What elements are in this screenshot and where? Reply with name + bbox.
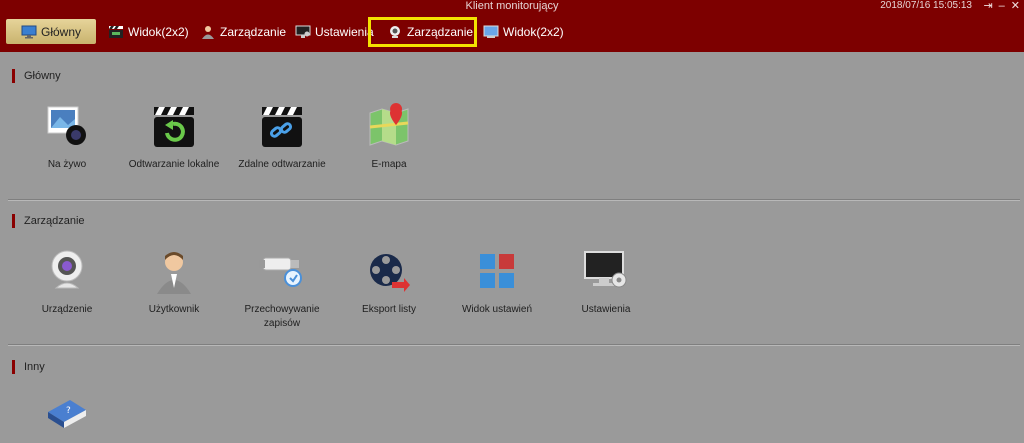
section-divider (8, 344, 1020, 346)
tab-ustawienia[interactable]: Ustawienia (295, 20, 374, 44)
section-title-zarzadzanie: Zarządzanie (12, 214, 85, 228)
tab-widok[interactable]: Widok(2x2) (108, 20, 189, 44)
help-book-icon: ? (48, 400, 86, 428)
tab-zarzadzanie-highlighted[interactable]: Zarządzanie (368, 17, 477, 47)
item-e-mapa[interactable]: E-mapa (339, 103, 439, 172)
item-label: E-mapa (371, 159, 407, 170)
grid-view-icon (480, 254, 514, 288)
tab-label: Zarządzanie (220, 25, 287, 39)
section-title-glowny: Główny (12, 69, 61, 83)
item-label: Odtwarzanie lokalne (128, 159, 220, 170)
item-help[interactable]: ? (17, 394, 117, 443)
tab-label: Zarządzanie (407, 25, 474, 39)
storage-camera-icon (259, 257, 302, 287)
item-eksport-listy[interactable]: Eksport listy (339, 248, 439, 317)
item-uzytkownik[interactable]: Użytkownik (124, 248, 224, 317)
item-label: Eksport listy (362, 304, 416, 315)
item-label: Na żywo (47, 159, 87, 170)
settings-screen-icon (584, 251, 627, 288)
local-playback-icon (154, 107, 194, 147)
main-tabs: Główny Widok(2x2) Zarządzanie Ustawienia… (0, 17, 1024, 47)
export-reel-icon (370, 254, 410, 292)
clapper-icon (109, 26, 123, 38)
section-divider (8, 199, 1020, 201)
user-icon (202, 26, 214, 39)
clock: 2018/07/16 15:05:13 (880, 0, 972, 11)
minimize-icon[interactable]: – (999, 0, 1005, 12)
tab-label: Ustawienia (315, 25, 374, 39)
remote-playback-icon (262, 107, 302, 147)
app-title: Klient monitorujący (465, 0, 559, 12)
user-avatar-icon (157, 252, 191, 294)
item-ustawienia[interactable]: Ustawienia (556, 248, 656, 317)
settings-monitor-icon (295, 25, 311, 38)
window-controls: ⇥ – ✕ (983, 0, 1020, 12)
device-webcam-icon (51, 250, 83, 289)
item-label: Urządzenie (41, 304, 93, 315)
item-label: Zdalne odtwarzanie (238, 159, 326, 170)
monitor-icon (21, 25, 37, 38)
item-label: Przechowywanie zapisów (244, 304, 320, 329)
item-label: Widok ustawień (461, 304, 533, 315)
tab-widok-2[interactable]: Widok(2x2) (483, 20, 564, 44)
tab-label: Główny (40, 24, 81, 39)
view-icon (483, 25, 499, 38)
item-zdalne-odtwarzanie[interactable]: Zdalne odtwarzanie (232, 103, 332, 172)
item-label: Użytkownik (148, 304, 200, 315)
close-icon[interactable]: ✕ (1011, 0, 1020, 12)
item-odtwarzanie-lokalne[interactable]: Odtwarzanie lokalne (124, 103, 224, 172)
tab-zarzadzanie[interactable]: Zarządzanie (200, 20, 286, 44)
title-bar: Klient monitorujący 2018/07/16 15:05:13 … (0, 0, 1024, 52)
map-icon (369, 103, 409, 146)
webcam-icon (390, 26, 400, 38)
live-camera-icon (47, 106, 86, 145)
item-widok-ustawien[interactable]: Widok ustawień (447, 248, 547, 317)
logout-icon[interactable]: ⇥ (983, 0, 992, 12)
item-urzadzenie[interactable]: Urządzenie (17, 248, 117, 317)
tab-label: Widok(2x2) (128, 25, 189, 39)
item-na-zywo[interactable]: Na żywo (17, 103, 117, 172)
tab-glowny[interactable]: Główny (6, 19, 96, 44)
svg-text:?: ? (66, 406, 71, 416)
section-title-inny: Inny (12, 360, 45, 374)
item-przechowywanie-zapisow[interactable]: Przechowywanie zapisów (232, 248, 332, 331)
item-label: Ustawienia (581, 304, 631, 315)
tab-label: Widok(2x2) (503, 25, 564, 39)
